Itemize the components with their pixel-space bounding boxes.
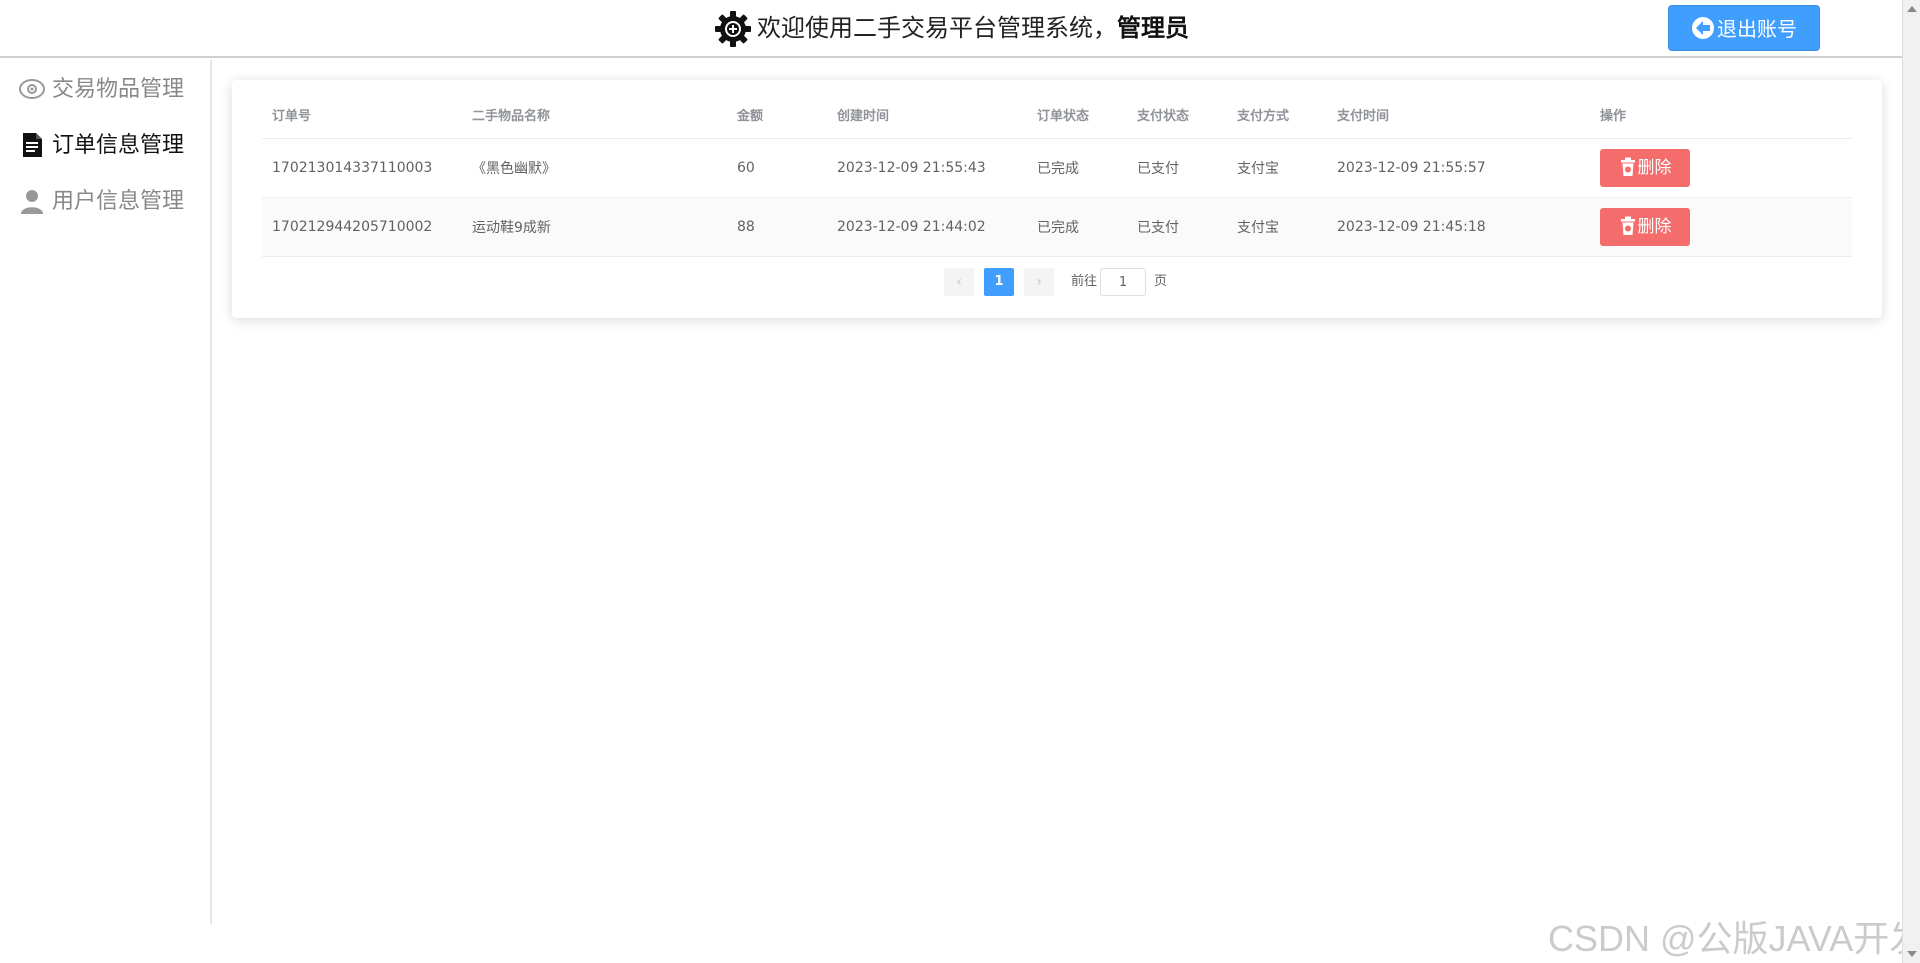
next-page-button[interactable]: › [1024,268,1054,296]
user-icon [18,187,48,217]
column-header: 二手物品名称 [462,92,727,139]
vertical-scrollbar[interactable] [1902,0,1920,963]
action-cell: 删除 [1590,197,1852,257]
goto-suffix: 页 [1154,274,1168,289]
pay-time: 2023-12-09 21:45:18 [1327,197,1590,257]
column-header: 金额 [727,92,827,139]
orders-table: 订单号 二手物品名称 金额 创建时间 订单状态 支付状态 支付方式 支付时间 操… [262,92,1852,257]
top-header: 欢迎使用二手交易平台管理系统，管理员 退出账号 [0,0,1902,58]
item-name: 运动鞋9成新 [462,197,727,257]
page-title: 欢迎使用二手交易平台管理系统，管理员 [0,8,1902,49]
sidebar: 交易物品管理 订单信息管理 用户信息管理 [0,60,212,924]
pay-time: 2023-12-09 21:55:57 [1327,138,1590,198]
logout-button[interactable]: 退出账号 [1668,5,1820,51]
order-status: 已完成 [1027,138,1127,198]
pay-status: 已支付 [1127,197,1227,257]
action-cell: 删除 [1590,138,1852,198]
delete-button[interactable]: 删除 [1600,207,1690,246]
table-row: 170212944205710002 运动鞋9成新 88 2023-12-09 … [262,197,1852,257]
column-header: 订单号 [262,92,462,139]
amount: 88 [727,197,827,257]
goto-page-input[interactable] [1100,268,1146,296]
item-name: 《黑色幽默》 [462,138,727,198]
trash-icon [1620,157,1635,176]
order-status: 已完成 [1027,197,1127,257]
scroll-down-arrow-icon[interactable] [1907,951,1917,957]
pay-method: 支付宝 [1227,138,1327,198]
created-time: 2023-12-09 21:44:02 [827,197,1027,257]
prev-page-button[interactable]: ‹ [944,268,974,296]
eye-icon [18,75,48,105]
sidebar-item-goods[interactable]: 交易物品管理 [18,70,184,110]
goto-prefix: 前往 [1071,274,1098,289]
column-header: 操作 [1590,92,1852,139]
delete-label: 删除 [1637,216,1672,237]
page-number-current[interactable]: 1 [984,268,1014,296]
current-user: 管理员 [1117,14,1189,42]
sidebar-item-users[interactable]: 用户信息管理 [18,182,184,222]
column-header: 支付状态 [1127,92,1227,139]
table-header-row: 订单号 二手物品名称 金额 创建时间 订单状态 支付状态 支付方式 支付时间 操… [262,92,1852,139]
order-number: 170213014337110003 [262,138,462,198]
trash-icon [1620,216,1635,235]
sidebar-item-orders[interactable]: 订单信息管理 [18,126,184,166]
column-header: 支付方式 [1227,92,1327,139]
gear-icon [713,9,753,49]
welcome-text: 欢迎使用二手交易平台管理系统， [757,14,1117,42]
sidebar-item-label: 交易物品管理 [52,77,185,102]
sidebar-item-label: 用户信息管理 [52,189,185,214]
column-header: 订单状态 [1027,92,1127,139]
watermark: CSDN @公版JAVA开发 [1548,918,1920,959]
logout-label: 退出账号 [1717,17,1797,41]
order-number: 170212944205710002 [262,197,462,257]
column-header: 创建时间 [827,92,1027,139]
table-row: 170213014337110003 《黑色幽默》 60 2023-12-09 … [262,138,1852,198]
created-time: 2023-12-09 21:55:43 [827,138,1027,198]
pay-status: 已支付 [1127,138,1227,198]
delete-button[interactable]: 删除 [1600,148,1690,187]
pay-method: 支付宝 [1227,197,1327,257]
document-icon [18,131,48,161]
orders-card: 订单号 二手物品名称 金额 创建时间 订单状态 支付状态 支付方式 支付时间 操… [232,80,1882,318]
sidebar-item-label: 订单信息管理 [52,133,185,158]
back-arrow-icon [1692,17,1714,39]
amount: 60 [727,138,827,198]
scroll-up-arrow-icon[interactable] [1907,6,1917,12]
delete-label: 删除 [1637,157,1672,178]
column-header: 支付时间 [1327,92,1590,139]
